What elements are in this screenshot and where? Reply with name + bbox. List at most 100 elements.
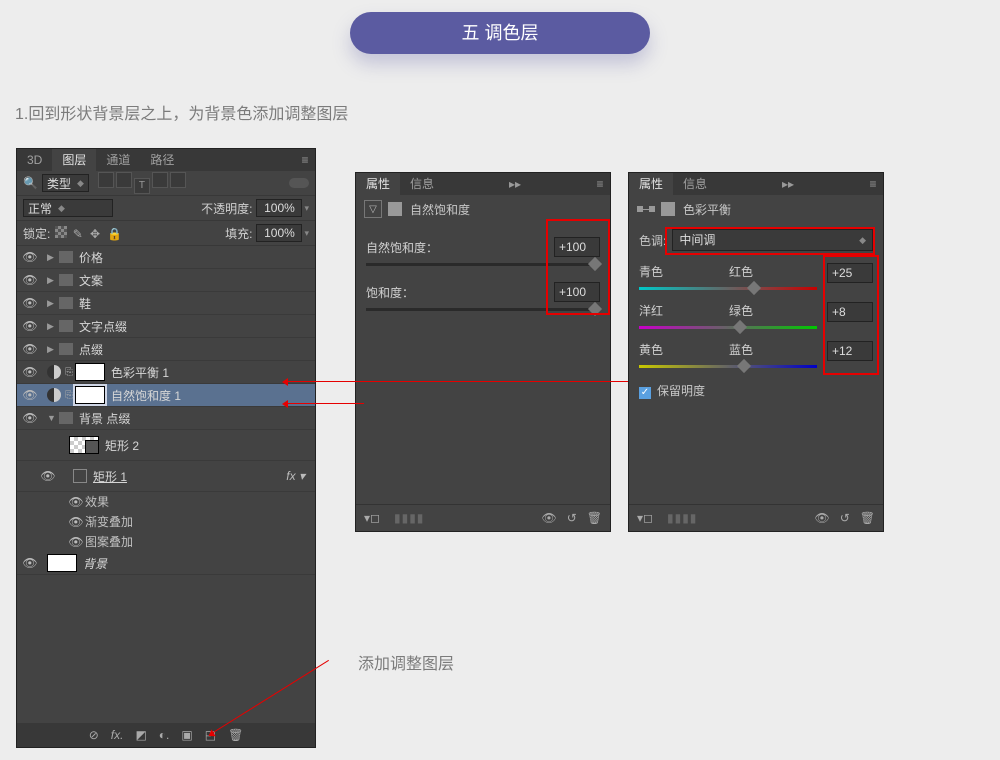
filter-row: 🔍 类型◆ T [17,171,315,196]
visibility-icon[interactable]: 👁 [21,388,39,402]
green-label: 绿色 [729,302,753,322]
vibrance-slider[interactable] [366,263,600,266]
yellow-blue-value-input[interactable]: +12 [827,341,873,361]
layer-background[interactable]: 👁背景 [17,552,315,575]
filter-toggle[interactable] [289,178,309,188]
visibility-icon[interactable]: 👁 [39,469,57,483]
opacity-input[interactable]: 100% [256,199,302,217]
preserve-luminosity-row[interactable]: ✓保留明度 [639,382,873,399]
clip-icon[interactable]: ▾◻ [637,511,653,525]
delete-icon[interactable]: 🗑 [228,728,243,742]
visibility-icon[interactable]: 👁 [21,365,39,379]
red-label: 红色 [729,263,753,283]
saturation-label: 饱和度： [366,284,414,301]
yellow-blue-slider[interactable] [639,365,817,368]
layer-list: 👁▶价格 👁▶文案 👁▶鞋 👁▶文字点缀 👁▶点缀 👁⎘色彩平衡 1 👁⎘自然饱… [17,246,315,575]
collapse-icon[interactable]: ▸▸ [778,173,798,195]
expand-icon[interactable]: ▶ [47,275,59,286]
visibility-icon[interactable]: 👁 [67,532,85,552]
adjustment-layer-icon[interactable]: ◐. [159,728,170,742]
cyan-red-slider[interactable] [639,287,817,290]
lock-icons[interactable]: ✎ ✥ 🔒 [54,226,120,241]
tab-properties[interactable]: 属性 [629,173,673,195]
layer-group-copy[interactable]: 👁▶文案 [17,269,315,292]
visibility-icon[interactable]: 👁 [21,296,39,310]
panel-menu-icon[interactable]: ≡ [590,173,610,195]
folder-icon [59,412,73,424]
mask-icon[interactable] [661,202,675,216]
mask-thumbnail [75,386,105,404]
tab-3d[interactable]: 3D [17,149,52,171]
reset-icon[interactable]: ↺ [840,511,850,525]
fx-gradient-overlay[interactable]: 👁渐变叠加 [17,512,315,532]
magenta-label: 洋红 [639,302,663,322]
link-icon: ⎘ [65,367,75,378]
expand-icon[interactable]: ▶ [47,344,59,355]
saturation-value-input[interactable]: +100 [554,282,600,302]
link-layers-icon[interactable]: ⊘ [89,728,99,742]
group-icon[interactable]: ▣ [181,728,192,742]
fx-header: 👁效果 [17,492,315,512]
vibrance-slider-row: 自然饱和度：+100 [366,237,600,266]
layers-footer: ⊘ fx. ◩ ◐. ▣ ◰ 🗑 [17,723,315,747]
vibrance-value-input[interactable]: +100 [554,237,600,257]
visibility-icon[interactable]: 👁 [541,511,556,525]
tab-info[interactable]: 信息 [400,173,444,195]
fx-badge[interactable]: fx ▾ [286,469,311,483]
tab-properties[interactable]: 属性 [356,173,400,195]
tone-select[interactable]: 中间调◆ [672,229,873,251]
clip-icon[interactable]: ▾◻ [364,511,380,525]
layer-group-shoe[interactable]: 👁▶鞋 [17,292,315,315]
checkbox-checked-icon[interactable]: ✓ [639,387,651,399]
folder-icon [59,343,73,355]
layer-group-textdeco[interactable]: 👁▶文字点缀 [17,315,315,338]
panel-menu-icon[interactable]: ≡ [863,173,883,195]
expand-icon[interactable]: ▶ [47,252,59,263]
layer-group-deco[interactable]: 👁▶点缀 [17,338,315,361]
visibility-icon[interactable]: 👁 [814,511,829,525]
kind-select[interactable]: 类型◆ [42,174,89,192]
collapse-icon[interactable]: ▼ [47,413,59,423]
tab-layers[interactable]: 图层 [52,149,96,171]
arrow-line [284,381,628,382]
visibility-icon[interactable]: 👁 [21,273,39,287]
tab-channels[interactable]: 通道 [96,149,140,171]
layer-adj-vibrance[interactable]: 👁⎘自然饱和度 1 [17,384,315,407]
visibility-icon[interactable]: 👁 [21,342,39,356]
layer-shape-rect2[interactable]: 矩形 2 [17,430,315,461]
layer-thumbnail [69,436,99,454]
filter-icons[interactable]: T [97,172,187,194]
tab-info[interactable]: 信息 [673,173,717,195]
visibility-icon[interactable]: 👁 [67,512,85,532]
panel-tabs: 属性 信息 ▸▸ ≡ [356,173,610,195]
yellow-blue-row: 黄色蓝色+12 [639,341,873,368]
visibility-icon[interactable]: 👁 [21,250,39,264]
blend-mode-select[interactable]: 正常◆ [23,199,113,217]
layer-group-price[interactable]: 👁▶价格 [17,246,315,269]
visibility-icon[interactable]: 👁 [21,411,39,425]
fx-icon[interactable]: fx. [111,728,124,742]
visibility-icon[interactable]: 👁 [21,319,39,333]
layer-shape-rect1[interactable]: 👁矩形 1fx ▾ [17,461,315,492]
fx-pattern-overlay[interactable]: 👁图案叠加 [17,532,315,552]
saturation-slider[interactable] [366,308,600,311]
mask-icon[interactable] [388,202,402,216]
magenta-green-value-input[interactable]: +8 [827,302,873,322]
expand-icon[interactable]: ▶ [47,298,59,309]
expand-icon[interactable]: ▶ [47,321,59,332]
blend-row: 正常◆ 不透明度: 100% ▾ [17,196,315,221]
reset-icon[interactable]: ↺ [567,511,577,525]
visibility-icon[interactable]: 👁 [67,492,85,512]
panel-menu-icon[interactable]: ≡ [295,149,315,171]
layer-adj-colorbalance[interactable]: 👁⎘色彩平衡 1 [17,361,315,384]
magenta-green-slider[interactable] [639,326,817,329]
cyan-red-value-input[interactable]: +25 [827,263,873,283]
tab-paths[interactable]: 路径 [140,149,184,171]
delete-icon[interactable]: 🗑 [587,511,602,525]
delete-icon[interactable]: 🗑 [860,511,875,525]
collapse-icon[interactable]: ▸▸ [505,173,525,195]
mask-icon[interactable]: ◩ [135,728,146,742]
visibility-icon[interactable]: 👁 [21,556,39,570]
layer-group-bgdeco[interactable]: 👁▼背景 点缀 [17,407,315,430]
fill-input[interactable]: 100% [256,224,302,242]
